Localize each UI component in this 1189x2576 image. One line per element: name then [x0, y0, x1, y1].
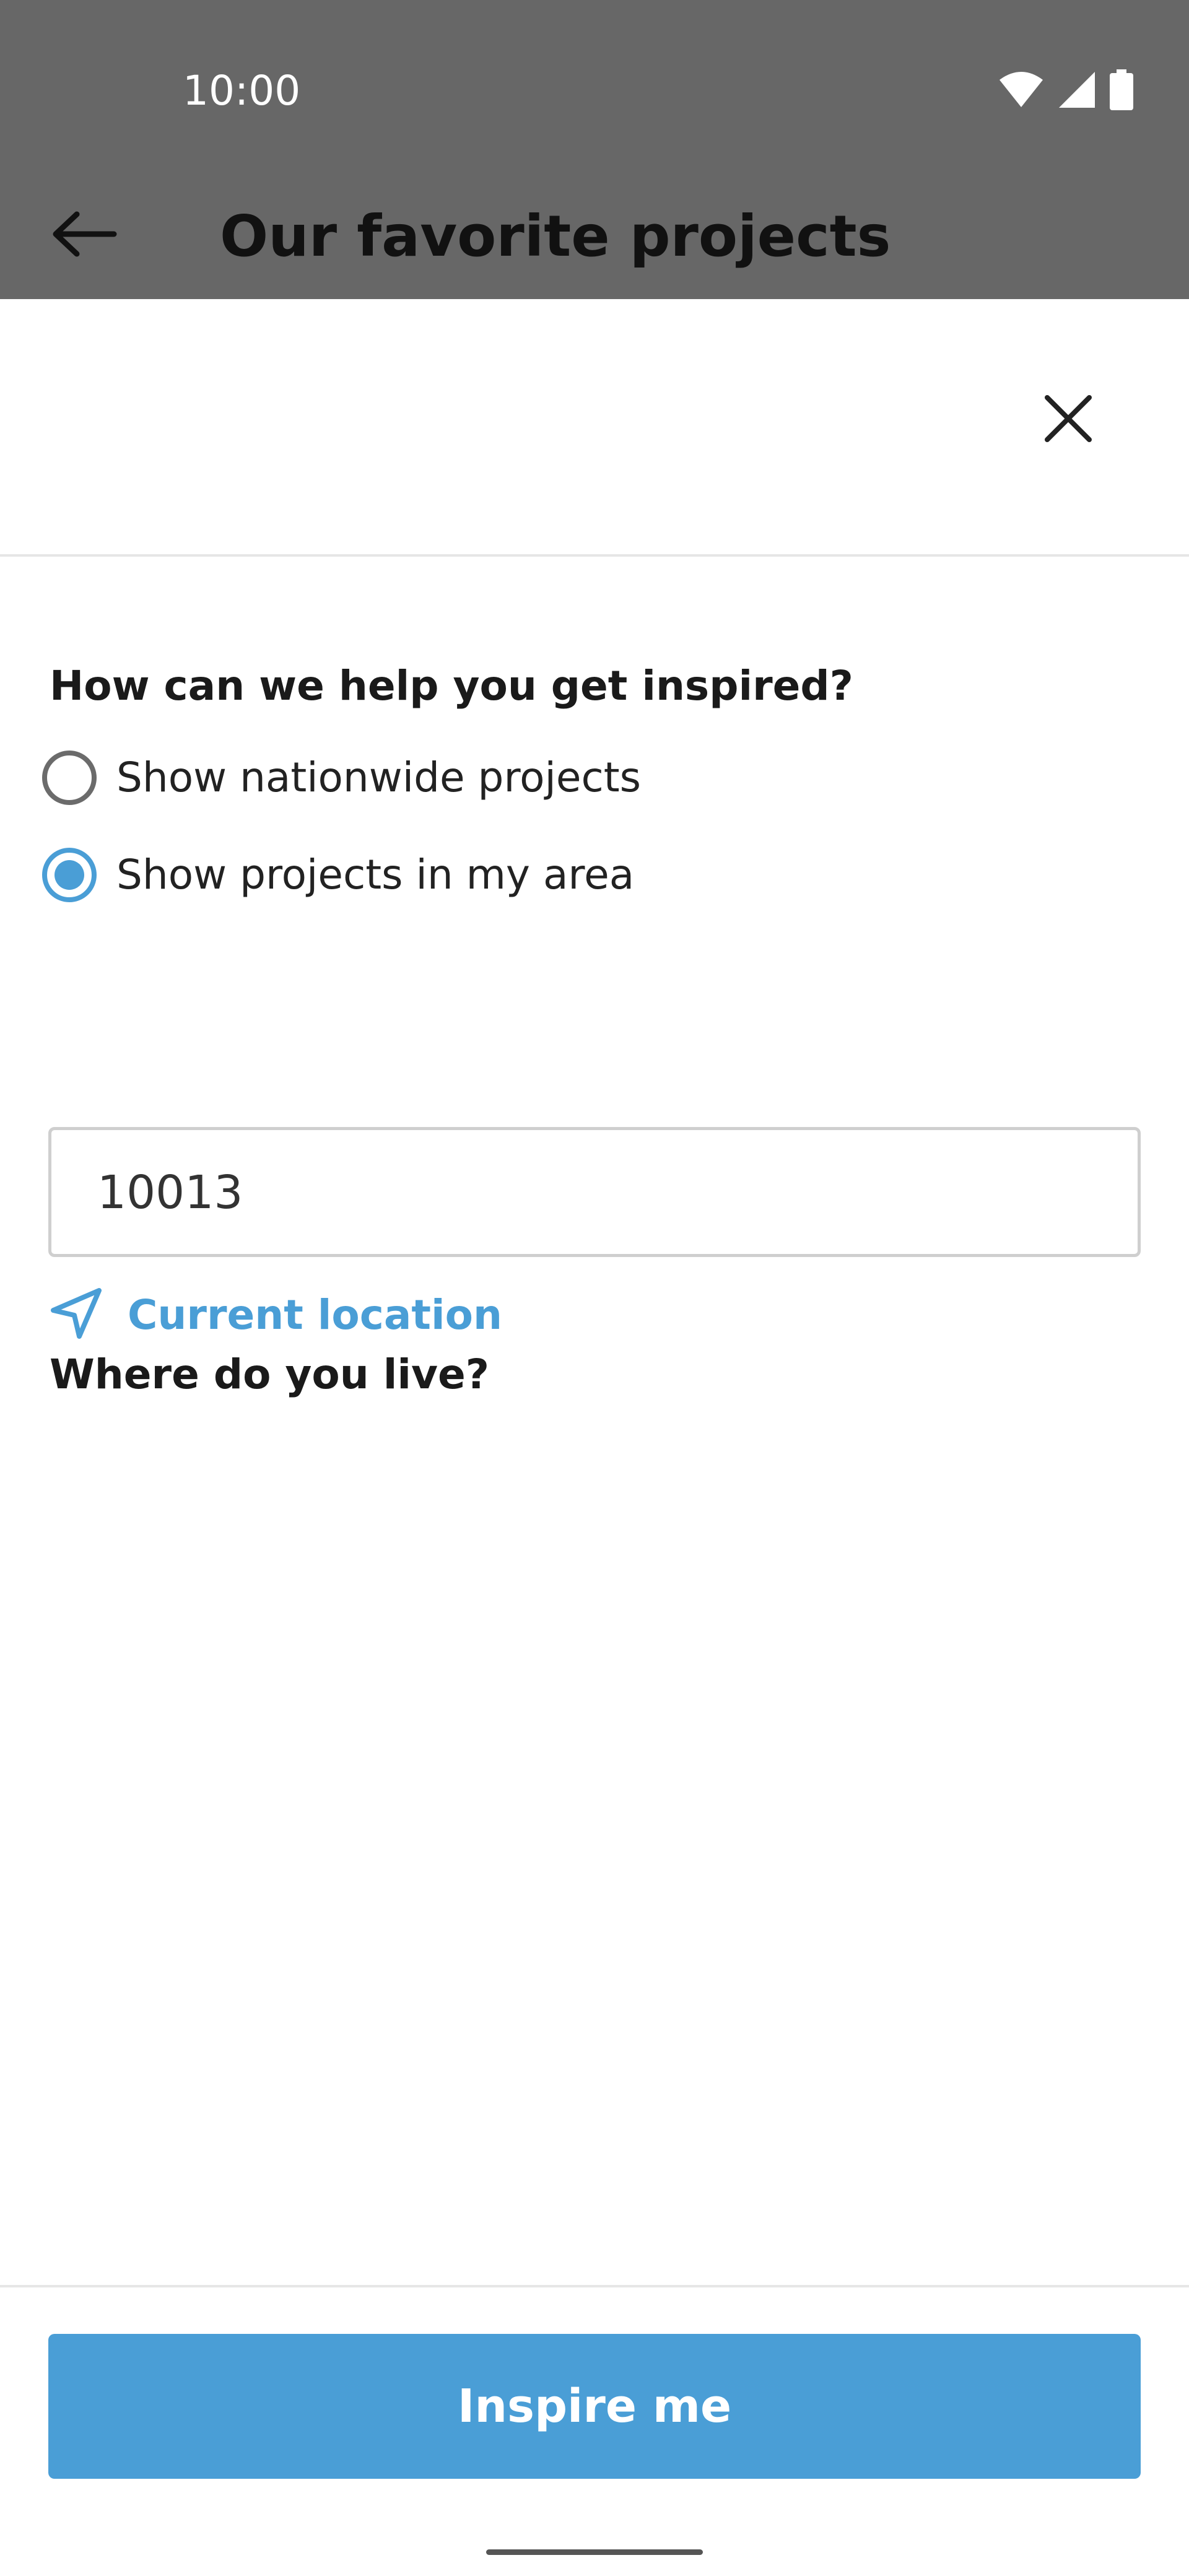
- cellular-signal-icon: [1058, 71, 1096, 109]
- radio-nationwide[interactable]: Show nationwide projects: [42, 744, 641, 812]
- zip-code-input[interactable]: [96, 1130, 1089, 1255]
- zip-code-field[interactable]: [48, 1127, 1141, 1257]
- navigation-arrow-icon: [48, 1286, 104, 1344]
- status-time: 10:00: [183, 67, 301, 115]
- radio-label: Show projects in my area: [116, 851, 635, 899]
- page-title: Our favorite projects: [220, 203, 891, 269]
- app-header-scrim: 10:00 Our favorite projects: [0, 0, 1189, 299]
- location-heading: Where do you live?: [50, 1351, 490, 1398]
- radio-label: Show nationwide projects: [116, 754, 642, 801]
- status-icons: [998, 68, 1133, 111]
- radio-dot: [54, 860, 84, 890]
- close-icon: [1043, 394, 1093, 446]
- arrow-left-icon: [50, 209, 118, 261]
- home-indicator: [486, 2549, 703, 2555]
- current-location-label: Current location: [128, 1290, 502, 1339]
- close-button[interactable]: [1028, 380, 1108, 460]
- radio-my-area[interactable]: Show projects in my area: [42, 841, 634, 909]
- current-location-link[interactable]: Current location: [48, 1284, 502, 1346]
- battery-icon: [1110, 69, 1133, 110]
- radio-button[interactable]: [42, 751, 97, 805]
- inspire-me-button[interactable]: Inspire me: [48, 2334, 1141, 2479]
- wifi-icon: [998, 71, 1044, 108]
- screen: 10:00 Our favorite projects How can we h…: [0, 0, 1189, 2576]
- footer-divider: [0, 2285, 1189, 2287]
- back-button[interactable]: [43, 201, 124, 269]
- sheet-divider: [0, 554, 1189, 557]
- inspiration-question: How can we help you get inspired?: [50, 662, 853, 710]
- radio-button-selected[interactable]: [42, 848, 97, 902]
- filter-sheet: How can we help you get inspired? Show n…: [0, 299, 1189, 2576]
